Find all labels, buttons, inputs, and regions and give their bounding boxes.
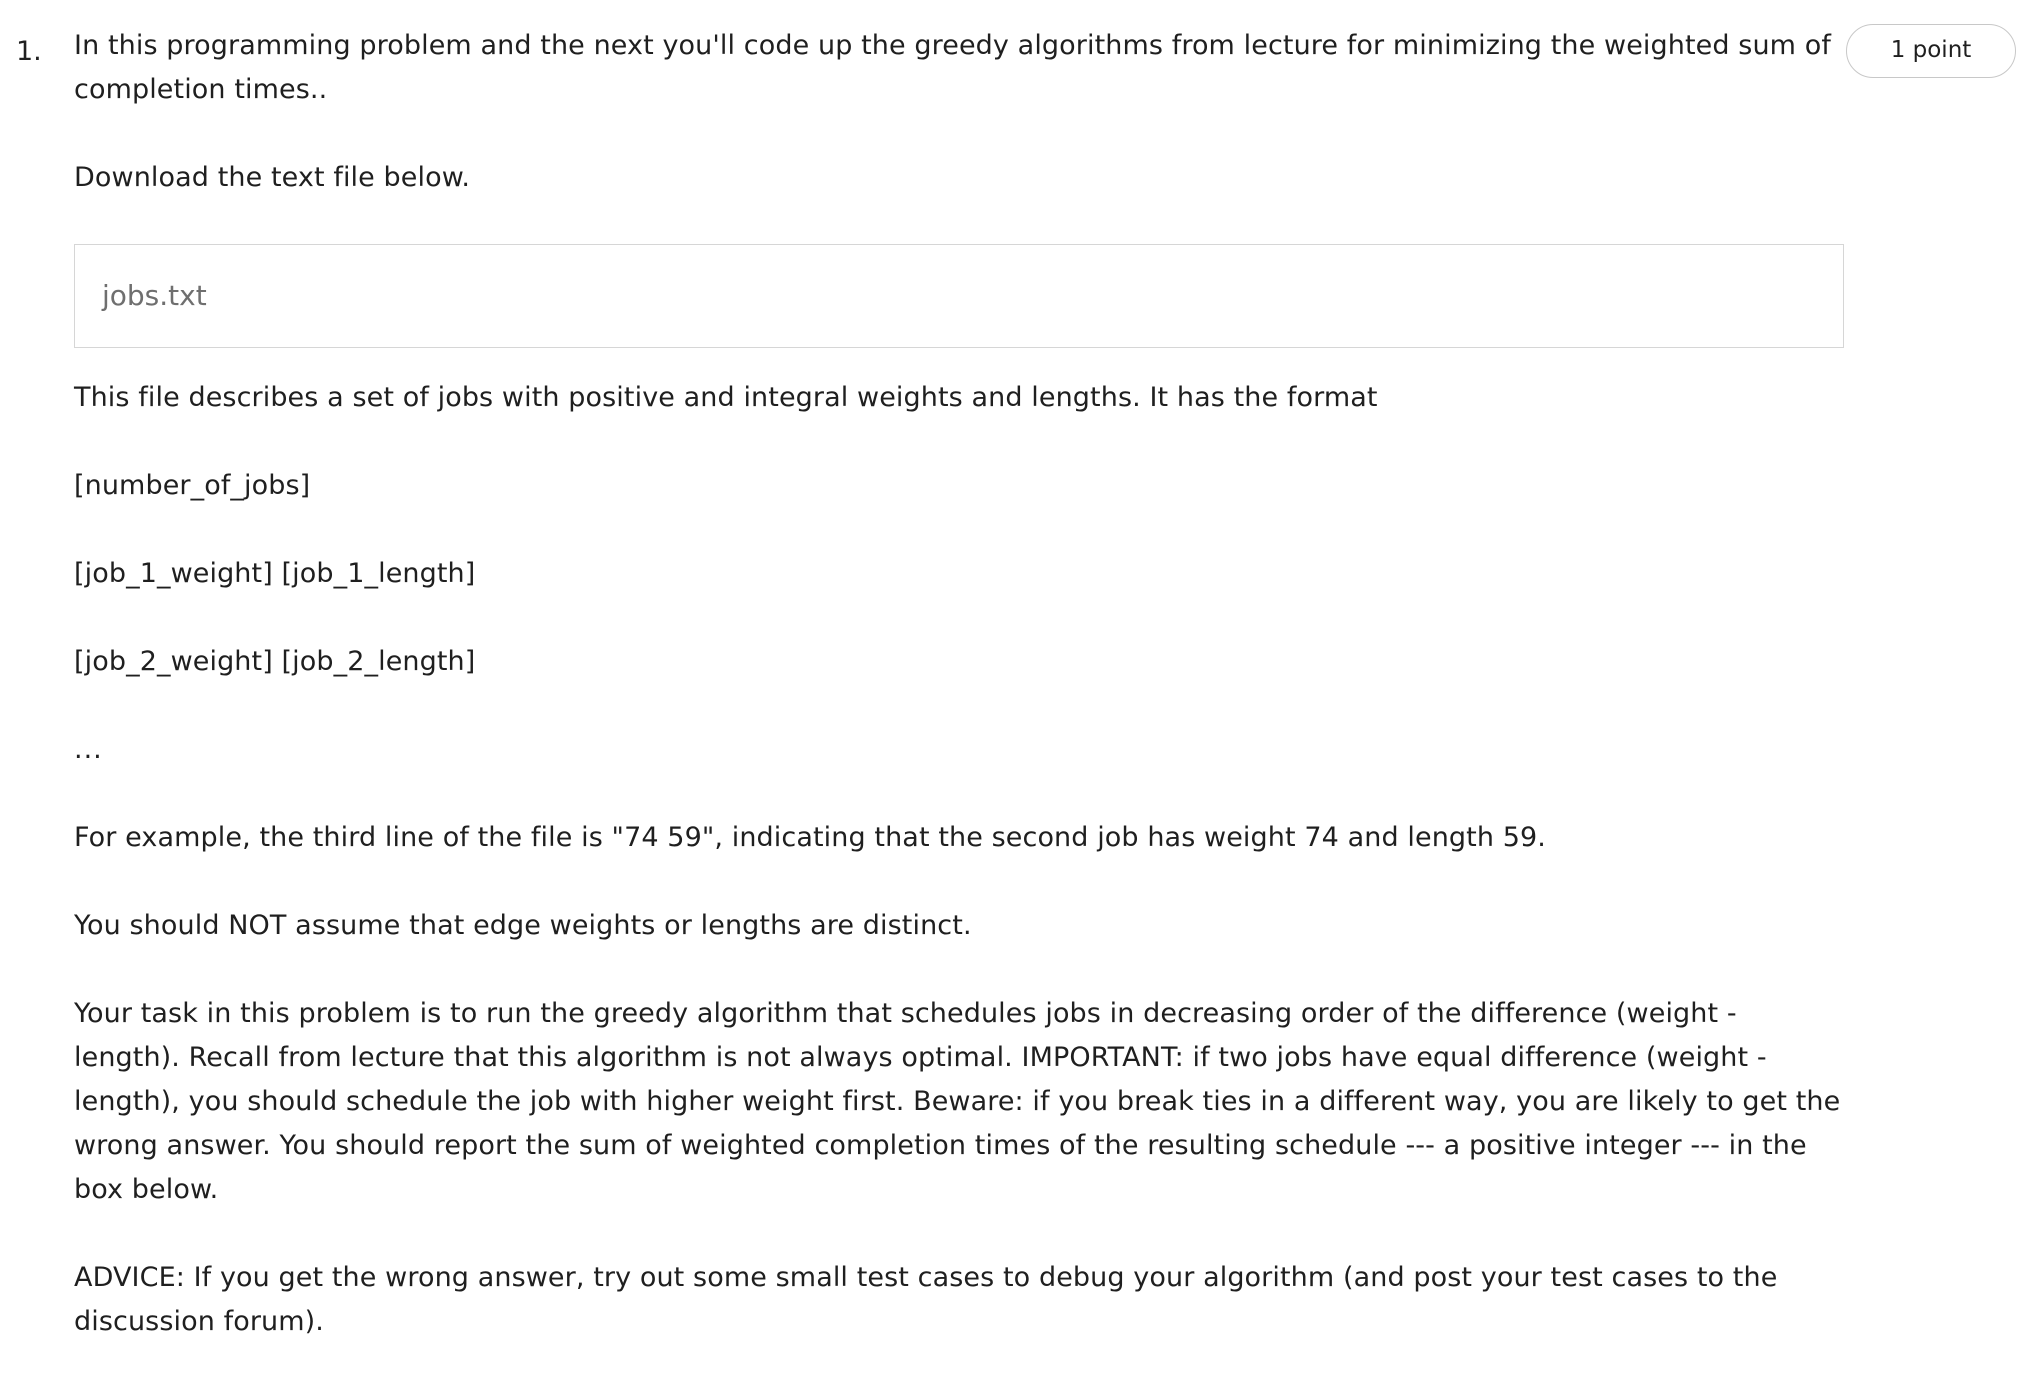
format-line: [job_2_weight] [job_2_length]	[74, 646, 476, 677]
task-description: Your task in this problem is to run the …	[74, 998, 1841, 1205]
format-line: [job_1_weight] [job_1_length]	[74, 558, 476, 589]
question-number: 1.	[16, 36, 42, 67]
example-text: For example, the third line of the file …	[74, 822, 1546, 853]
points-badge: 1 point	[1846, 24, 2016, 78]
file-description: This file describes a set of jobs with p…	[74, 382, 1378, 413]
advice-text: ADVICE: If you get the wrong answer, try…	[74, 1262, 1778, 1337]
question-intro: In this programming problem and the next…	[74, 30, 1831, 105]
file-attachment-link[interactable]: jobs.txt	[74, 244, 1844, 348]
format-line: ...	[74, 734, 103, 765]
question-content: In this programming problem and the next…	[74, 24, 1844, 1388]
format-line: [number_of_jobs]	[74, 470, 311, 501]
distinct-note: You should NOT assume that edge weights …	[74, 910, 972, 941]
question-block: 1. 1 point In this programming problem a…	[0, 0, 2041, 1360]
download-instruction: Download the text file below.	[74, 162, 471, 193]
